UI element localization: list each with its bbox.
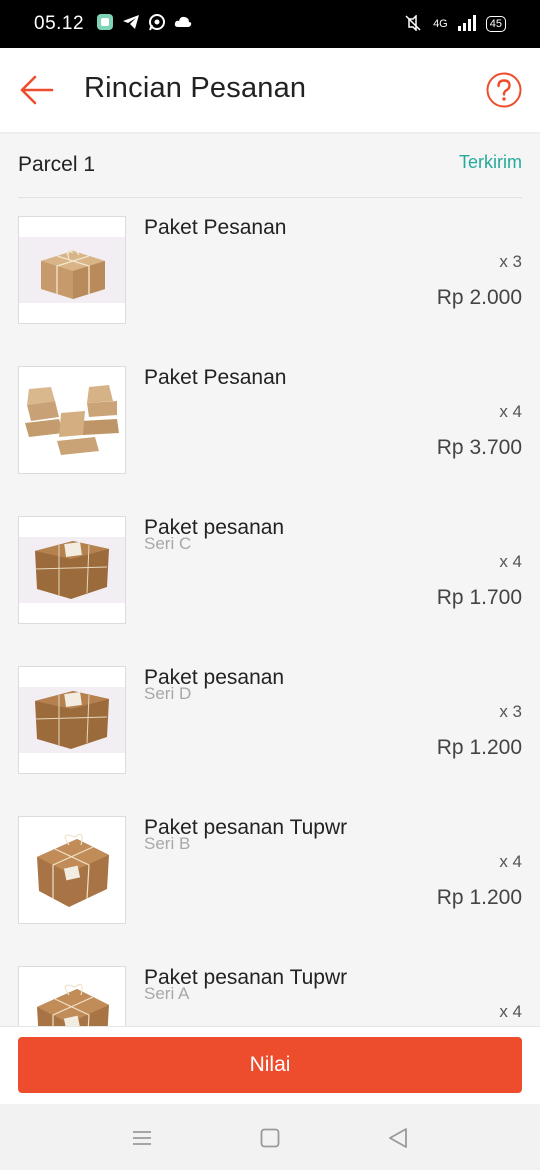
product-image: [18, 666, 126, 774]
item-price: Rp 1.200: [436, 736, 522, 759]
app-icon: [96, 13, 114, 36]
item-quantity: x 4: [499, 552, 522, 571]
item-price: Rp 3.700: [436, 436, 522, 459]
item-name: Paket Pesanan: [144, 366, 287, 389]
status-right: 4G 45: [403, 13, 506, 34]
question-circle-icon[interactable]: [486, 72, 522, 108]
arrow-left-icon[interactable]: [18, 72, 56, 108]
product-image: [18, 516, 126, 624]
system-nav-bar: [0, 1104, 540, 1170]
status-time: 05.12: [34, 13, 85, 34]
whatsapp-icon: [148, 13, 166, 36]
item-price: Rp 2.000: [436, 286, 522, 309]
parcel-title: Parcel 1: [18, 153, 96, 176]
cloud-icon: [174, 15, 192, 34]
item-quantity: x 4: [499, 1002, 522, 1021]
item-variant: Seri C: [144, 534, 192, 553]
item-price: Rp 1.700: [436, 586, 522, 609]
order-item[interactable]: Paket Pesanan x 4 Rp 3.700: [0, 348, 540, 498]
item-variant: Seri B: [144, 834, 191, 853]
product-image: [18, 366, 126, 474]
home-icon[interactable]: [258, 1126, 282, 1150]
network-label: 4G: [433, 18, 448, 30]
item-price: Rp 1.200: [436, 886, 522, 909]
item-quantity: x 4: [499, 402, 522, 421]
item-variant: Seri D: [144, 684, 192, 703]
notification-icons: [96, 13, 192, 36]
order-item-list: Paket Pesanan x 3 Rp 2.000 Paket Pesanan…: [0, 198, 540, 1026]
mute-icon: [403, 13, 423, 34]
menu-icon[interactable]: [130, 1126, 154, 1150]
parcel-status: Terkirim: [459, 152, 522, 172]
bottom-action-bar: Nilai: [0, 1026, 540, 1104]
order-item[interactable]: Paket pesanan Tupwr Seri A x 4: [0, 948, 540, 1026]
order-item[interactable]: Paket pesanan Tupwr Seri B x 4 Rp 1.200: [0, 798, 540, 948]
product-image: [18, 816, 126, 924]
parcel-header: Parcel 1 Terkirim: [18, 132, 522, 198]
signal-icon: [457, 14, 476, 34]
product-image: [18, 216, 126, 324]
telegram-icon: [122, 13, 140, 36]
item-variant: Seri A: [144, 984, 190, 1003]
order-item[interactable]: Paket Pesanan x 3 Rp 2.000: [0, 198, 540, 348]
battery-icon: 45: [485, 16, 506, 32]
item-quantity: x 4: [499, 852, 522, 871]
product-image: [18, 966, 126, 1026]
page-title: Rincian Pesanan: [84, 72, 307, 104]
item-name: Paket Pesanan: [144, 216, 287, 239]
app-header: Rincian Pesanan: [0, 48, 540, 132]
item-quantity: x 3: [499, 252, 522, 271]
battery-level: 45: [489, 17, 502, 30]
rate-button[interactable]: Nilai: [18, 1037, 522, 1093]
back-icon[interactable]: [386, 1126, 410, 1150]
item-quantity: x 3: [499, 702, 522, 721]
order-item[interactable]: Paket pesanan Seri C x 4 Rp 1.700: [0, 498, 540, 648]
status-bar: 05.12 4G 45: [0, 0, 540, 48]
order-item[interactable]: Paket pesanan Seri D x 3 Rp 1.200: [0, 648, 540, 798]
